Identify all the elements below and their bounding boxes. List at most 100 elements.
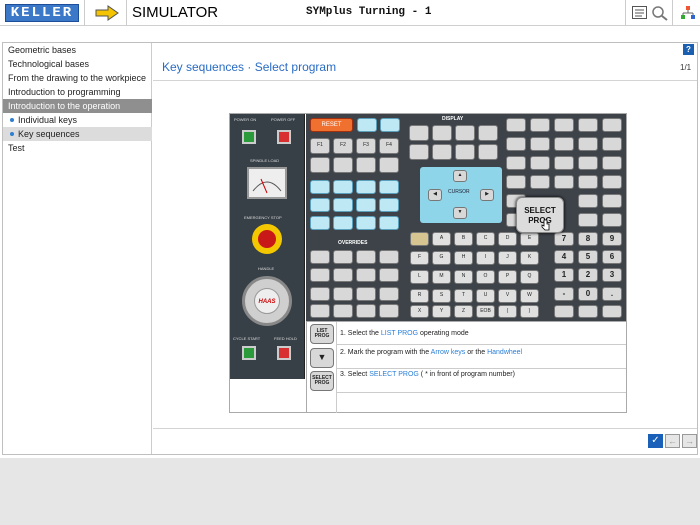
key-5[interactable]: 5 [578, 250, 598, 264]
edit-key-4[interactable] [578, 118, 598, 132]
key-3[interactable]: 3 [602, 268, 622, 282]
display-key-3[interactable] [455, 125, 475, 141]
key-4[interactable]: 4 [554, 250, 574, 264]
display-key-4[interactable] [478, 125, 498, 141]
key-z[interactable]: Z [454, 305, 473, 318]
tool-offset-key[interactable] [310, 157, 330, 173]
power-up-key[interactable] [357, 118, 377, 132]
option-stop-key[interactable] [578, 137, 598, 151]
cancel-key[interactable] [554, 305, 574, 318]
key-b[interactable]: B [454, 232, 473, 246]
display-key-7[interactable] [455, 144, 475, 160]
jog-key-2[interactable] [333, 180, 353, 194]
search-icon[interactable] [651, 5, 669, 21]
key-dot[interactable]: . [602, 287, 622, 301]
f3-key[interactable]: F3 [356, 138, 376, 154]
home-g28-key[interactable] [602, 194, 622, 208]
turret-rev-key[interactable] [602, 156, 622, 170]
key-j[interactable]: J [498, 251, 517, 265]
space-key[interactable] [578, 305, 598, 318]
check-button[interactable]: ✓ [648, 434, 663, 448]
override-key-6[interactable] [333, 268, 353, 282]
emergency-stop-button[interactable] [258, 230, 276, 248]
display-key-6[interactable] [432, 144, 452, 160]
override-key-12[interactable] [379, 287, 399, 301]
override-key-2[interactable] [333, 250, 353, 264]
arrow-right-key[interactable]: ▶ [480, 189, 494, 201]
jog-key-5[interactable] [310, 198, 330, 212]
recv-rs232-key[interactable] [578, 213, 598, 227]
sidebar-item-individual-keys[interactable]: Individual keys [3, 113, 152, 127]
sidebar-item-intro-programming[interactable]: Introduction to programming [3, 85, 152, 99]
override-key-9[interactable] [310, 287, 330, 301]
edit-key-5[interactable] [602, 118, 622, 132]
power-on-button[interactable] [242, 130, 256, 144]
jog-step-1-key[interactable] [530, 175, 550, 189]
f2-key[interactable]: F2 [333, 138, 353, 154]
key-v[interactable]: V [498, 289, 517, 303]
jog-key-4[interactable] [379, 180, 399, 194]
key-u[interactable]: U [476, 289, 495, 303]
jog-key-3[interactable] [356, 180, 376, 194]
dry-run-key[interactable] [554, 137, 574, 151]
key-h[interactable]: H [454, 251, 473, 265]
mdi-key[interactable] [506, 156, 526, 170]
key-0[interactable]: 0 [578, 287, 598, 301]
part-zero-key[interactable] [379, 157, 399, 173]
key-i[interactable]: I [476, 251, 495, 265]
key-y[interactable]: Y [432, 305, 451, 318]
override-key-1[interactable] [310, 250, 330, 264]
f1-key[interactable]: F1 [310, 138, 330, 154]
override-key-3[interactable] [356, 250, 376, 264]
erase-prog-key[interactable] [602, 213, 622, 227]
key-6[interactable]: 6 [602, 250, 622, 264]
jog-key-8[interactable] [379, 198, 399, 212]
override-key-10[interactable] [333, 287, 353, 301]
override-key-15[interactable] [356, 304, 376, 318]
single-block-key[interactable] [530, 137, 550, 151]
key-2[interactable]: 2 [578, 268, 598, 282]
display-key-1[interactable] [409, 125, 429, 141]
jog-key-12[interactable] [379, 216, 399, 230]
sidebar-item-technological-bases[interactable]: Technological bases [3, 57, 152, 71]
key-w[interactable]: W [520, 289, 539, 303]
next-tool-key[interactable] [333, 157, 353, 173]
key-n[interactable]: N [454, 270, 473, 284]
coolant-key[interactable] [530, 156, 550, 170]
override-key-13[interactable] [310, 304, 330, 318]
display-key-5[interactable] [409, 144, 429, 160]
key-8[interactable]: 8 [578, 232, 598, 246]
sidebar-item-test[interactable]: Test [3, 141, 152, 155]
next-button[interactable]: → [682, 434, 697, 448]
key-x[interactable]: X [410, 305, 429, 318]
power-off-button[interactable] [277, 130, 291, 144]
key-eob[interactable]: EOB [476, 305, 495, 318]
edit-key-2[interactable] [530, 118, 550, 132]
key-l[interactable]: L [410, 270, 429, 284]
tool-release-key[interactable] [356, 157, 376, 173]
jog-key-1[interactable] [310, 180, 330, 194]
key-r[interactable]: R [410, 289, 429, 303]
feed-hold-button[interactable] [277, 346, 291, 360]
override-key-8[interactable] [379, 268, 399, 282]
arrow-down-key[interactable]: ▼ [453, 207, 467, 219]
help-icon[interactable]: ? [683, 44, 694, 55]
key-open-paren[interactable]: ( [498, 305, 517, 318]
key-e[interactable]: E [520, 232, 539, 246]
jog-key-9[interactable] [310, 216, 330, 230]
jog-key-6[interactable] [333, 198, 353, 212]
manual-icon[interactable] [632, 6, 647, 19]
key-c[interactable]: C [476, 232, 495, 246]
key-a[interactable]: A [432, 232, 451, 246]
key-close-paren[interactable]: ) [520, 305, 539, 318]
f4-key[interactable]: F4 [379, 138, 399, 154]
orient-spindle-key[interactable] [554, 156, 574, 170]
write-enter-key[interactable] [602, 305, 622, 318]
display-key-8[interactable] [478, 144, 498, 160]
sidebar-item-key-sequences[interactable]: Key sequences [3, 127, 152, 141]
arrow-left-key[interactable]: ◀ [428, 189, 442, 201]
recover-key[interactable] [380, 118, 400, 132]
jog-step-3-key[interactable] [578, 175, 598, 189]
sitemap-icon[interactable] [680, 5, 696, 21]
jog-step-2-key[interactable] [554, 175, 574, 189]
